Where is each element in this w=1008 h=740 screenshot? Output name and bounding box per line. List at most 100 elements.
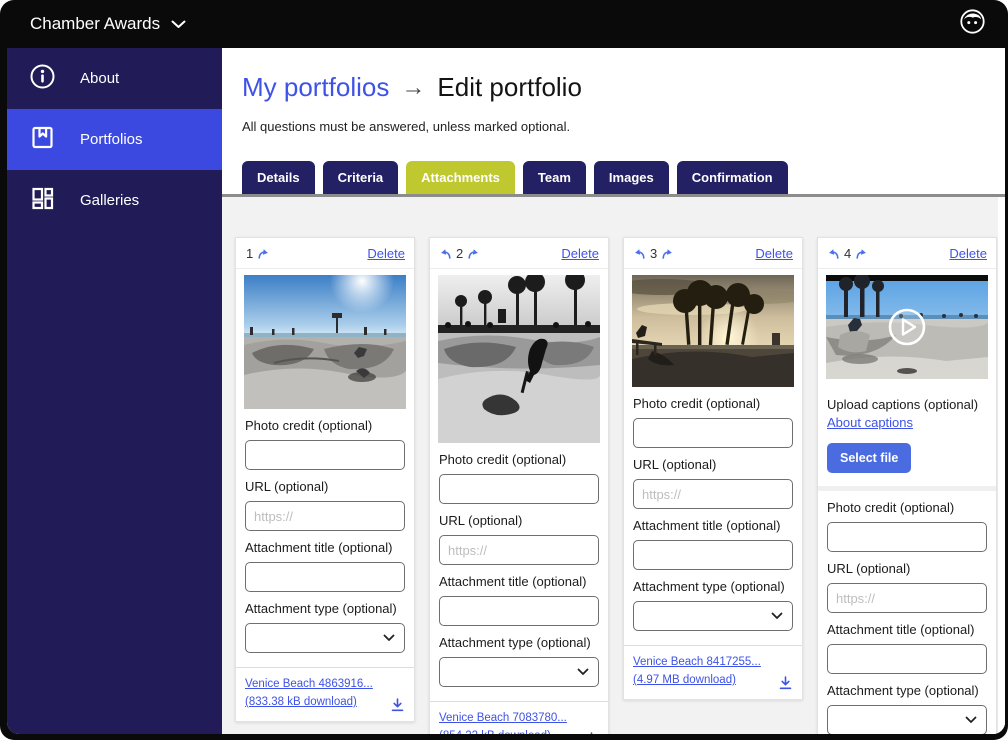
attachment-order-number: 3 bbox=[649, 246, 658, 261]
photo-credit-input[interactable] bbox=[245, 440, 405, 470]
breadcrumb-my-portfolios-link[interactable]: My portfolios bbox=[242, 72, 389, 103]
url-label: URL (optional) bbox=[439, 513, 599, 528]
attachment-thumbnail-photo bbox=[632, 275, 794, 387]
attachment-order-number: 2 bbox=[455, 246, 464, 261]
attachment-thumbnail-photo bbox=[438, 275, 600, 443]
delete-attachment-link[interactable]: Delete bbox=[367, 246, 405, 261]
attachment-title-label: Attachment title (optional) bbox=[245, 540, 405, 555]
sidebar-item-label: Portfolios bbox=[80, 131, 143, 148]
attachments-panel: 1 Delete bbox=[222, 197, 1005, 734]
photo-credit-label: Photo credit (optional) bbox=[633, 396, 793, 411]
delete-attachment-link[interactable]: Delete bbox=[949, 246, 987, 261]
breadcrumb-arrow: → bbox=[401, 74, 425, 102]
tab-bar: Details Criteria Attachments Team Images… bbox=[222, 161, 1005, 197]
page-title: Edit portfolio bbox=[437, 72, 582, 103]
tab-confirmation[interactable]: Confirmation bbox=[677, 161, 788, 194]
photo-credit-input[interactable] bbox=[439, 474, 599, 504]
attachment-title-input[interactable] bbox=[245, 562, 405, 592]
tab-criteria[interactable]: Criteria bbox=[323, 161, 399, 194]
app-window: Chamber Awards bbox=[0, 0, 1008, 740]
chevron-down-icon bbox=[965, 716, 977, 724]
attachment-title-input[interactable] bbox=[439, 596, 599, 626]
url-label: URL (optional) bbox=[633, 457, 793, 472]
attachment-card-1: 1 Delete bbox=[235, 237, 415, 722]
delete-attachment-link[interactable]: Delete bbox=[755, 246, 793, 261]
attachment-type-label: Attachment type (optional) bbox=[633, 579, 793, 594]
attachment-thumbnail-video[interactable] bbox=[826, 275, 988, 379]
tab-team[interactable]: Team bbox=[523, 161, 586, 194]
attachment-file-link[interactable]: Venice Beach 7083780... (854.22 kB downl… bbox=[439, 710, 567, 734]
info-icon bbox=[29, 63, 56, 94]
attachment-order-number: 4 bbox=[843, 246, 852, 261]
move-right-icon[interactable] bbox=[661, 248, 674, 260]
sidebar-item-about[interactable]: About bbox=[7, 48, 222, 109]
chevron-down-icon bbox=[171, 14, 186, 34]
attachment-card-2: 2 Delete bbox=[429, 237, 609, 734]
url-label: URL (optional) bbox=[245, 479, 405, 494]
sidebar-item-label: Galleries bbox=[80, 192, 139, 209]
move-right-icon[interactable] bbox=[855, 248, 868, 260]
tab-attachments[interactable]: Attachments bbox=[406, 161, 515, 194]
sidebar-item-galleries[interactable]: Galleries bbox=[7, 170, 222, 231]
attachment-type-label: Attachment type (optional) bbox=[439, 635, 599, 650]
attachment-order-number: 1 bbox=[245, 246, 254, 261]
attachment-card-4: 4 Delete bbox=[817, 237, 997, 734]
select-file-button[interactable]: Select file bbox=[827, 443, 911, 473]
chevron-down-icon bbox=[577, 668, 589, 676]
tab-images[interactable]: Images bbox=[594, 161, 669, 194]
attachment-type-select[interactable] bbox=[439, 657, 599, 687]
photo-credit-input[interactable] bbox=[633, 418, 793, 448]
move-right-icon[interactable] bbox=[257, 248, 270, 260]
play-icon[interactable] bbox=[887, 307, 927, 347]
attachment-type-select[interactable] bbox=[633, 601, 793, 631]
attachment-title-input[interactable] bbox=[827, 644, 987, 674]
bookmark-icon bbox=[29, 124, 56, 155]
attachment-file-link[interactable]: Venice Beach 4863916... (833.38 kB downl… bbox=[245, 676, 373, 712]
scrollbar-track[interactable] bbox=[998, 197, 1005, 734]
attachment-file-link[interactable]: Venice Beach 8417255... (4.97 MB downloa… bbox=[633, 654, 761, 690]
org-title: Chamber Awards bbox=[30, 14, 160, 34]
url-input[interactable] bbox=[633, 479, 793, 509]
move-left-icon[interactable] bbox=[827, 248, 840, 260]
move-right-icon[interactable] bbox=[467, 248, 480, 260]
grid-icon bbox=[29, 185, 56, 216]
move-left-icon[interactable] bbox=[633, 248, 646, 260]
page-header: My portfolios → Edit portfolio All quest… bbox=[222, 48, 1005, 134]
upload-captions-label: Upload captions (optional) bbox=[827, 397, 987, 412]
move-left-icon[interactable] bbox=[439, 248, 452, 260]
attachment-title-label: Attachment title (optional) bbox=[827, 622, 987, 637]
sidebar-item-label: About bbox=[80, 70, 119, 87]
url-input[interactable] bbox=[827, 583, 987, 613]
attachment-type-label: Attachment type (optional) bbox=[245, 601, 405, 616]
url-input[interactable] bbox=[245, 501, 405, 531]
attachment-card-3: 3 Delete bbox=[623, 237, 803, 700]
url-label: URL (optional) bbox=[827, 561, 987, 576]
download-icon[interactable] bbox=[584, 732, 599, 734]
attachment-title-label: Attachment title (optional) bbox=[439, 574, 599, 589]
org-switcher[interactable]: Chamber Awards bbox=[30, 14, 186, 34]
tab-details[interactable]: Details bbox=[242, 161, 315, 194]
about-captions-link[interactable]: About captions bbox=[827, 415, 913, 430]
attachment-title-input[interactable] bbox=[633, 540, 793, 570]
top-bar: Chamber Awards bbox=[0, 0, 1008, 48]
chevron-down-icon bbox=[771, 612, 783, 620]
photo-credit-label: Photo credit (optional) bbox=[439, 452, 599, 467]
download-icon[interactable] bbox=[778, 676, 793, 690]
attachment-type-select[interactable] bbox=[245, 623, 405, 653]
delete-attachment-link[interactable]: Delete bbox=[561, 246, 599, 261]
url-input[interactable] bbox=[439, 535, 599, 565]
download-icon[interactable] bbox=[390, 698, 405, 712]
account-avatar-icon[interactable] bbox=[959, 8, 986, 40]
photo-credit-label: Photo credit (optional) bbox=[827, 500, 987, 515]
attachment-title-label: Attachment title (optional) bbox=[633, 518, 793, 533]
breadcrumb: My portfolios → Edit portfolio bbox=[242, 72, 1005, 103]
photo-credit-label: Photo credit (optional) bbox=[245, 418, 405, 433]
instructions-note: All questions must be answered, unless m… bbox=[242, 119, 1005, 134]
chevron-down-icon bbox=[383, 634, 395, 642]
attachment-thumbnail-photo bbox=[244, 275, 406, 409]
attachment-type-label: Attachment type (optional) bbox=[827, 683, 987, 698]
captions-section: Upload captions (optional) About caption… bbox=[818, 388, 996, 491]
attachment-type-select[interactable] bbox=[827, 705, 987, 734]
sidebar-item-portfolios[interactable]: Portfolios bbox=[7, 109, 222, 170]
photo-credit-input[interactable] bbox=[827, 522, 987, 552]
